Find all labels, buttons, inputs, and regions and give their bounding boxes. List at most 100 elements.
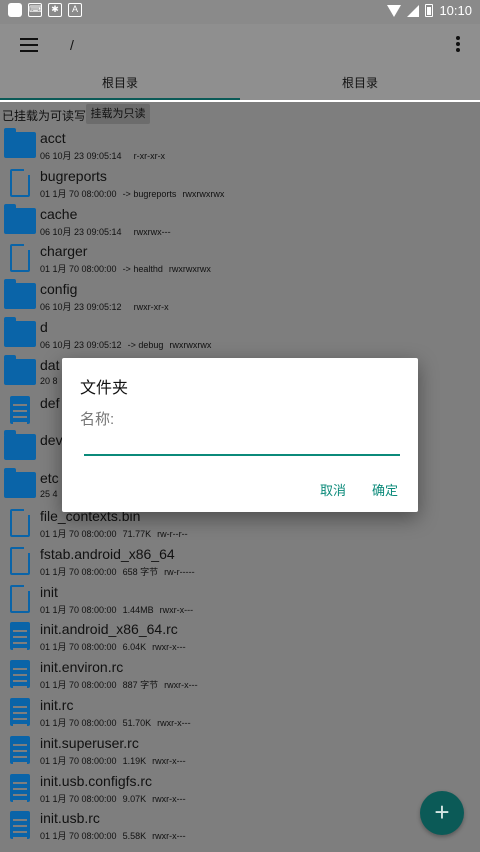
file-date: 06 10月 23 09:05:12 (40, 339, 122, 350)
more-options-icon[interactable] (456, 36, 460, 54)
file-date: 01 1月 70 08:00:00 (40, 755, 117, 766)
file-date: 06 10月 23 09:05:12 (40, 302, 122, 313)
file-name: init.usb.rc (40, 810, 100, 827)
file-row[interactable]: fstab.android_x86_64 01 1月 70 08:00:00 658… (0, 542, 480, 580)
file-row[interactable]: init.environ.rc 01 1月 70 08:00:00 887 字节 rw… (0, 655, 480, 693)
file-name: def (40, 394, 60, 411)
file-row[interactable]: init.superuser.rc 01 1月 70 08:00:00 1.19K r… (0, 731, 480, 769)
dialog-title: 文件夹 (80, 380, 129, 397)
file-row[interactable]: bugreports 01 1月 70 08:00:00 -> bugreports… (0, 164, 480, 202)
menu-icon[interactable] (20, 38, 38, 52)
file-perm: rwxr-x--- (152, 642, 186, 653)
folder-name-input[interactable] (84, 436, 400, 456)
a-icon: A (68, 3, 82, 17)
bug-icon: ✱ (48, 3, 62, 17)
file-row[interactable]: config 06 10月 23 09:05:12 rwxr-xr-x (0, 277, 480, 315)
file-name: charger (40, 243, 88, 260)
file-icon (10, 622, 30, 651)
file-name: cache (40, 205, 78, 222)
file-perm: rwxrwxrwx (168, 264, 211, 275)
file-date: 01 1月 70 08:00:00 (40, 566, 117, 577)
file-icon (10, 584, 30, 613)
file-icon (10, 735, 30, 764)
file-info: 1.19K (122, 755, 147, 766)
file-name: init.superuser.rc (40, 734, 139, 751)
file-meta: 06 10月 23 09:05:14 r-xr-xr-x (40, 149, 171, 162)
file-date: 01 1月 70 08:00:00 (40, 793, 117, 804)
confirm-button[interactable]: 确定 (372, 480, 398, 499)
file-perm: rwxrwxrwx (182, 188, 225, 199)
file-icon (10, 244, 30, 273)
file-perm: rwxr-x--- (152, 831, 186, 842)
battery-icon (425, 4, 434, 17)
tab-root-2[interactable]: 根目录 (240, 68, 480, 100)
file-name: d (40, 318, 48, 335)
file-perm: rwxr-x--- (152, 755, 186, 766)
app-bar: / (0, 24, 480, 68)
file-date: 06 10月 23 09:05:14 (40, 226, 122, 237)
file-meta: 01 1月 70 08:00:00 6.04K rwxr-x--- (40, 640, 192, 653)
current-path: / (70, 37, 74, 53)
folder-icon (4, 468, 36, 499)
folder-icon (4, 354, 36, 385)
file-row[interactable]: init.usb.rc 01 1月 70 08:00:00 5.58K rwxr-x-… (0, 806, 480, 844)
cancel-button[interactable]: 取消 (320, 480, 346, 499)
file-info: 9.07K (122, 793, 147, 804)
file-date: 25 4 (40, 489, 58, 500)
folder-icon (4, 203, 36, 234)
file-row[interactable]: d 06 10月 23 09:05:12 -> debug rwxrwxrwx (0, 315, 480, 353)
file-row[interactable]: init.rc 01 1月 70 08:00:00 51.70K rwxr-x--- (0, 693, 480, 731)
folder-icon (4, 279, 36, 310)
file-name: bugreports (40, 167, 107, 184)
file-meta: 01 1月 70 08:00:00 1.44MB rwxr-x--- (40, 603, 199, 616)
tab-bar: 根目录 根目录 (0, 68, 480, 100)
file-row[interactable]: init 01 1月 70 08:00:00 1.44MB rwxr-x--- (0, 580, 480, 618)
app-notification-icon (8, 3, 22, 17)
name-label: 名称: (80, 411, 115, 428)
file-name: config (40, 281, 78, 298)
file-row[interactable]: acct 06 10月 23 09:05:14 r-xr-xr-x (0, 126, 480, 164)
file-icon (10, 168, 30, 197)
file-icon (10, 546, 30, 575)
file-row[interactable]: cache 06 10月 23 09:05:14 rwxrwx--- (0, 202, 480, 240)
file-meta: 06 10月 23 09:05:12 -> debug rwxrwxrwx (40, 338, 217, 351)
file-info: 71.77K (122, 528, 152, 539)
file-info: -> debug (127, 339, 164, 350)
file-info: 5.58K (122, 831, 147, 842)
file-row[interactable]: charger 01 1月 70 08:00:00 -> healthd rwxrwx… (0, 239, 480, 277)
file-icon (10, 697, 30, 726)
file-perm: rwxr-x--- (157, 717, 191, 728)
file-date: 06 10月 23 09:05:14 (40, 151, 122, 161)
folder-icon (4, 316, 36, 347)
file-info: 887 字节 (122, 680, 159, 691)
mount-status: 已挂载为可读写 (2, 109, 87, 123)
file-icon (10, 811, 30, 840)
add-fab-button[interactable]: + (420, 791, 464, 835)
file-meta: 01 1月 70 08:00:00 71.77K rw-r--r-- (40, 527, 194, 540)
file-meta: 06 10月 23 09:05:12 rwxr-xr-x (40, 300, 175, 313)
file-perm: rwxr-x--- (152, 793, 186, 804)
file-perm: rw-r--r-- (157, 528, 188, 539)
file-meta: 01 1月 70 08:00:00 887 字节 rwxr-x--- (40, 678, 204, 691)
file-info: -> bugreports (122, 188, 177, 199)
file-perm: rwxr-xr-x (133, 302, 169, 313)
folder-icon (4, 128, 36, 158)
mount-bar: 已挂载为可读写 挂载为只读 (0, 102, 480, 126)
file-name: acct (40, 130, 66, 146)
file-meta: 01 1月 70 08:00:00 658 字节 rw-r----- (40, 565, 201, 578)
file-perm: rw-r----- (164, 566, 195, 577)
file-info: -> healthd (122, 264, 163, 275)
file-row[interactable]: init.usb.configfs.rc 01 1月 70 08:00:00 9.0… (0, 769, 480, 807)
file-meta (40, 414, 58, 424)
file-meta: 06 10月 23 09:05:14 rwxrwx--- (40, 225, 177, 238)
file-name: init.rc (40, 696, 74, 713)
file-perm: rwxr-x--- (164, 680, 198, 691)
file-name: fstab.android_x86_64 (40, 545, 175, 562)
tab-root-1[interactable]: 根目录 (0, 68, 240, 100)
file-date: 01 1月 70 08:00:00 (40, 188, 117, 199)
file-row[interactable]: init.android_x86_64.rc 01 1月 70 08:00:00 6… (0, 617, 480, 655)
file-name: init.android_x86_64.rc (40, 621, 178, 638)
file-meta: 01 1月 70 08:00:00 1.19K rwxr-x--- (40, 754, 192, 767)
mount-readonly-button[interactable]: 挂载为只读 (86, 104, 150, 124)
wifi-icon (387, 4, 402, 17)
